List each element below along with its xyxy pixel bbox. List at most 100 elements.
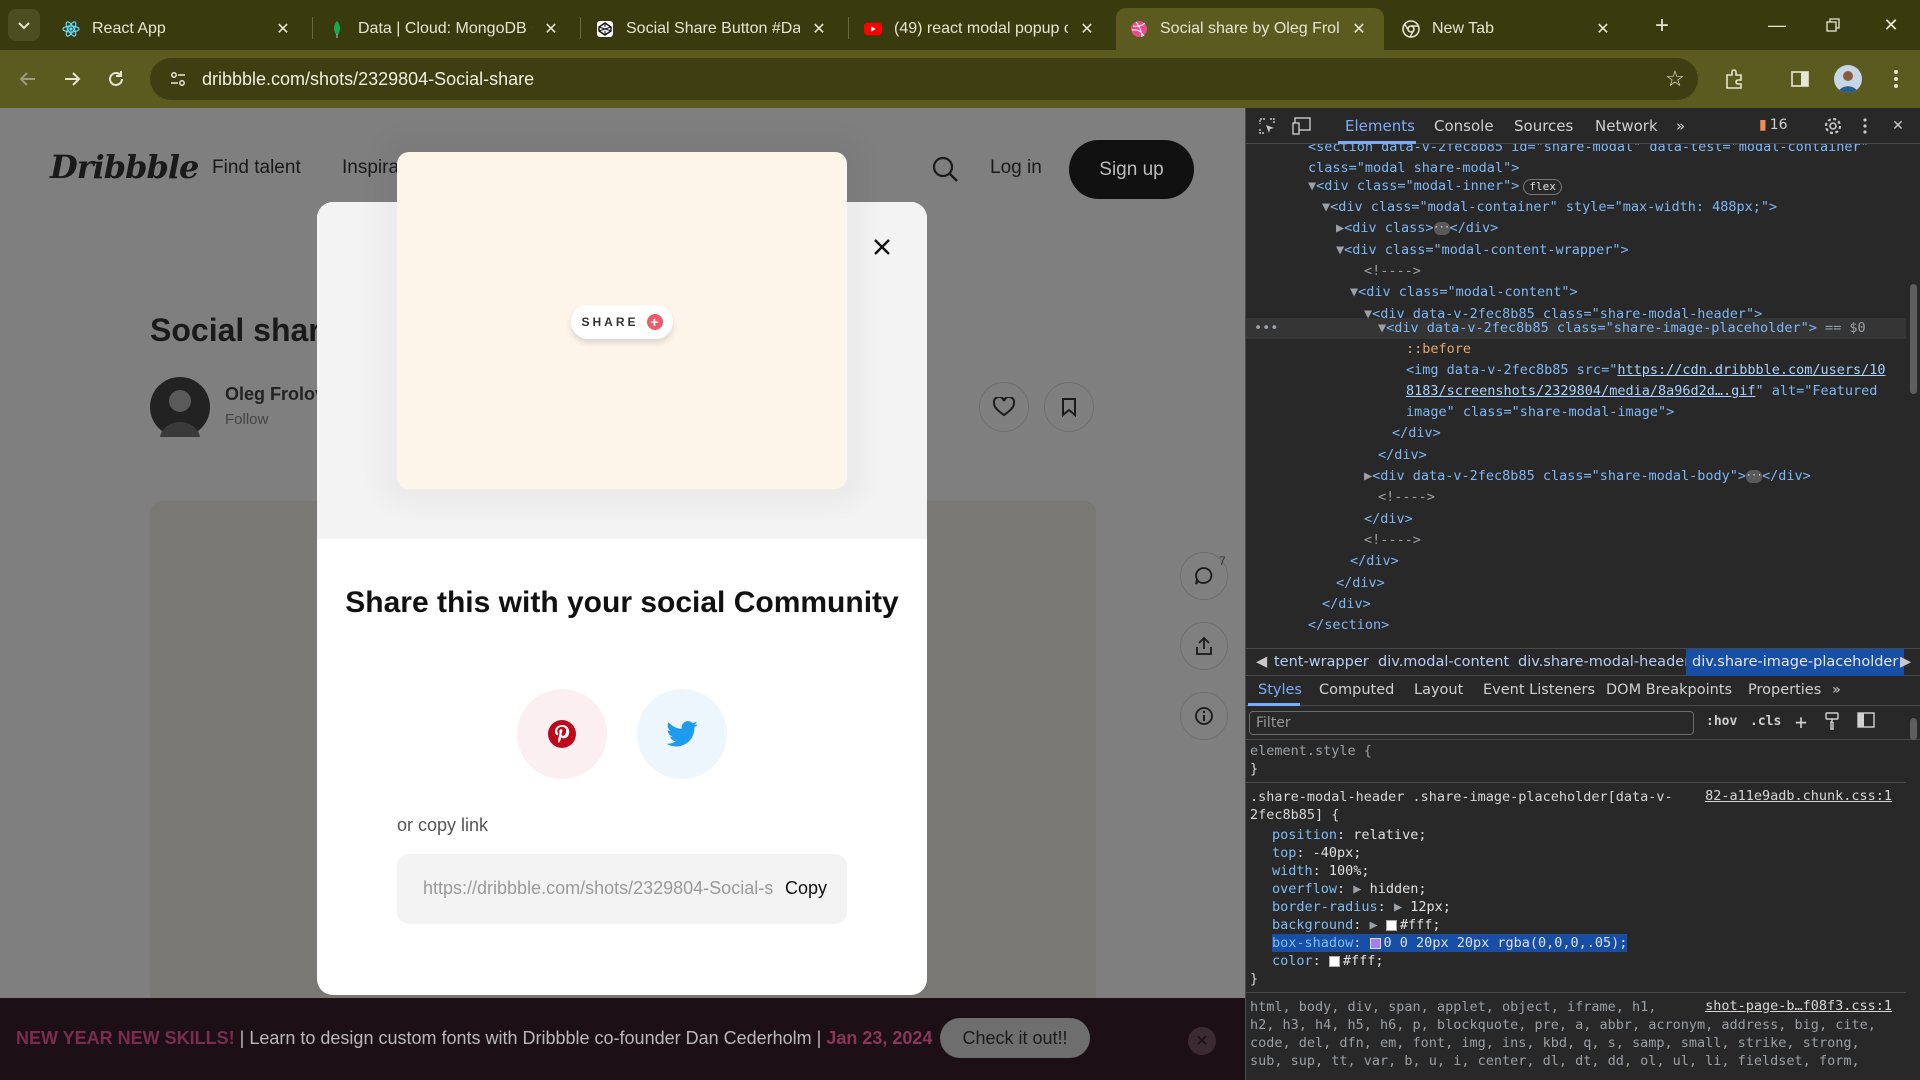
- css-declaration[interactable]: background: ▶ #fff;: [1272, 916, 1440, 934]
- dom-node[interactable]: <section data-v-2fec8b85 id="share-modal…: [1308, 144, 1869, 158]
- dom-node[interactable]: ▶<div data-v-2fec8b85 class="share-modal…: [1364, 466, 1811, 487]
- dom-comment[interactable]: <!---->: [1364, 261, 1421, 282]
- dom-node[interactable]: ▼<div class="modal-content">: [1350, 282, 1578, 303]
- dom-node[interactable]: ▼<div class="modal-content-wrapper">: [1336, 240, 1629, 261]
- devtools-tab-elements[interactable]: Elements: [1345, 117, 1415, 135]
- address-bar-url[interactable]: dribbble.com/shots/2329804-Social-share: [202, 69, 534, 90]
- tab-react-app[interactable]: React App ✕: [48, 8, 308, 50]
- tab-codepen[interactable]: Social Share Button #Daily ✕: [582, 8, 844, 50]
- save-button[interactable]: [1044, 382, 1094, 432]
- promo-close-icon[interactable]: ✕: [1188, 1027, 1216, 1055]
- styles-scrollbar[interactable]: [1906, 706, 1920, 1080]
- expand-ellipsis-icon[interactable]: ···: [1746, 469, 1762, 483]
- info-button[interactable]: [1180, 692, 1228, 740]
- dom-node[interactable]: </div>: [1336, 573, 1385, 594]
- close-icon[interactable]: ✕: [1592, 18, 1614, 40]
- close-icon[interactable]: ✕: [272, 18, 294, 40]
- css-rule-selector[interactable]: code, del, dfn, em, font, img, ins, kbd,…: [1250, 1034, 1860, 1052]
- css-source-link[interactable]: shot-page-b…f08f3.css:1: [1705, 998, 1892, 1014]
- kebab-menu-icon[interactable]: [1880, 63, 1912, 95]
- more-tabs-chevron-icon[interactable]: »: [1676, 117, 1685, 135]
- dribbble-logo[interactable]: Dribbble: [50, 148, 199, 186]
- tab-youtube[interactable]: (49) react modal popup on ✕: [850, 8, 1112, 50]
- extensions-icon[interactable]: [1718, 63, 1750, 95]
- window-close-icon[interactable]: ✕: [1876, 10, 1906, 40]
- css-rule-selector[interactable]: sub, sup, tt, var, b, u, i, center, dl, …: [1250, 1052, 1860, 1070]
- paint-brush-icon[interactable]: [1824, 712, 1840, 734]
- tab-new-tab[interactable]: New Tab ✕: [1388, 8, 1628, 50]
- breadcrumb-item[interactable]: div.modal-content: [1378, 654, 1509, 670]
- like-button[interactable]: [979, 382, 1029, 432]
- dom-node-selected[interactable]: •••: [1254, 318, 1278, 339]
- dom-pseudo[interactable]: ::before: [1406, 339, 1471, 360]
- modal-close-button[interactable]: [867, 232, 897, 262]
- breadcrumb-item[interactable]: div.share-modal-header: [1518, 654, 1690, 670]
- address-bar[interactable]: dribbble.com/shots/2329804-Social-share …: [150, 58, 1698, 100]
- copy-button[interactable]: Copy: [785, 878, 827, 899]
- search-icon[interactable]: [930, 154, 960, 184]
- css-rule-selector[interactable]: .share-modal-header .share-image-placeho…: [1250, 788, 1673, 806]
- nav-find-talent[interactable]: Find talent: [212, 157, 301, 179]
- dom-node[interactable]: <img data-v-2fec8b85 src="https://cdn.dr…: [1406, 360, 1886, 381]
- promo-cta-button[interactable]: Check it out!!: [940, 1018, 1090, 1058]
- element-style-rule[interactable]: element.style {: [1250, 742, 1372, 760]
- tab-mongodb[interactable]: Data | Cloud: MongoDB Clo ✕: [314, 8, 576, 50]
- share-url-input[interactable]: [423, 878, 773, 899]
- css-declaration[interactable]: width: 100%;: [1272, 862, 1370, 880]
- settings-gear-icon[interactable]: [1821, 114, 1845, 138]
- author-name[interactable]: Oleg Frolov: [225, 384, 325, 405]
- scrollbar-thumb[interactable]: [1910, 718, 1917, 740]
- subtab-properties[interactable]: Properties: [1748, 682, 1821, 698]
- dom-node[interactable]: image" class="share-modal-image">: [1406, 402, 1674, 423]
- author-avatar[interactable]: [150, 377, 210, 437]
- profile-avatar[interactable]: [1834, 65, 1862, 93]
- restore-icon[interactable]: [1818, 10, 1848, 40]
- reload-icon[interactable]: [100, 63, 132, 95]
- breadcrumb-item-active[interactable]: div.share-image-placeholder: [1686, 649, 1905, 676]
- computed-sidebar-toggle-icon[interactable]: [1857, 712, 1875, 732]
- inspect-element-icon[interactable]: [1255, 114, 1279, 138]
- dom-comment[interactable]: <!---->: [1378, 487, 1435, 508]
- new-tab-button[interactable]: +: [1648, 12, 1676, 40]
- tab-dribbble-active[interactable]: Social share by Oleg Frolov ✕: [1116, 8, 1384, 50]
- promo-body[interactable]: Learn to design custom fonts with Dribbb…: [249, 1028, 811, 1048]
- dom-node-selected[interactable]: ▼<div data-v-2fec8b85 class="share-image…: [1378, 318, 1866, 339]
- devtools-menu-icon[interactable]: [1853, 114, 1877, 138]
- css-declaration[interactable]: top: -40px;: [1272, 844, 1361, 862]
- issues-counter[interactable]: ▮ 16: [1759, 117, 1788, 133]
- breadcrumb-item[interactable]: tent-wrapper: [1274, 654, 1369, 670]
- image-src-link[interactable]: 8183/screenshots/2329804/media/8a96d2d….…: [1406, 383, 1756, 399]
- twitter-share-button[interactable]: [637, 689, 727, 779]
- subtab-styles[interactable]: Styles: [1258, 682, 1302, 698]
- css-declaration[interactable]: border-radius: ▶ 12px;: [1272, 898, 1451, 916]
- dom-node[interactable]: 8183/screenshots/2329804/media/8a96d2d….…: [1406, 381, 1877, 402]
- class-toggle[interactable]: .cls: [1750, 714, 1781, 729]
- close-icon[interactable]: ✕: [1348, 18, 1370, 40]
- dom-tree-scrollbar[interactable]: [1906, 144, 1920, 648]
- dom-node[interactable]: </section>: [1308, 615, 1389, 636]
- css-source-link[interactable]: 82-a11e9adb.chunk.css:1: [1705, 788, 1892, 804]
- device-toolbar-icon[interactable]: [1290, 114, 1314, 138]
- dom-node[interactable]: ▶<div class>···</div>: [1336, 218, 1498, 239]
- dom-node[interactable]: </div>: [1392, 423, 1441, 444]
- scrollbar-thumb[interactable]: [1910, 284, 1917, 394]
- back-arrow-icon[interactable]: [12, 63, 44, 95]
- subtab-layout[interactable]: Layout: [1414, 682, 1463, 698]
- dom-node[interactable]: </div>: [1322, 594, 1371, 615]
- styles-filter-input[interactable]: Filter: [1249, 711, 1694, 735]
- color-swatch[interactable]: [1385, 919, 1397, 931]
- hover-state-toggle[interactable]: :hov: [1706, 714, 1737, 729]
- side-panel-icon[interactable]: [1784, 63, 1816, 95]
- breadcrumb-left-arrow-icon[interactable]: ◀: [1256, 654, 1267, 670]
- bookmark-star-icon[interactable]: ☆: [1662, 66, 1688, 92]
- dom-node[interactable]: </div>: [1378, 445, 1427, 466]
- subtab-computed[interactable]: Computed: [1319, 682, 1394, 698]
- devtools-close-icon[interactable]: ✕: [1886, 114, 1910, 138]
- close-icon[interactable]: ✕: [808, 18, 830, 40]
- minimize-icon[interactable]: —: [1762, 10, 1792, 40]
- login-link[interactable]: Log in: [990, 157, 1042, 179]
- new-style-rule-plus-icon[interactable]: +: [1795, 710, 1807, 734]
- css-declaration[interactable]: position: relative;: [1272, 826, 1426, 844]
- dom-node[interactable]: ▼<div class="modal-inner"> flex: [1308, 176, 1562, 197]
- flex-badge[interactable]: flex: [1523, 179, 1562, 195]
